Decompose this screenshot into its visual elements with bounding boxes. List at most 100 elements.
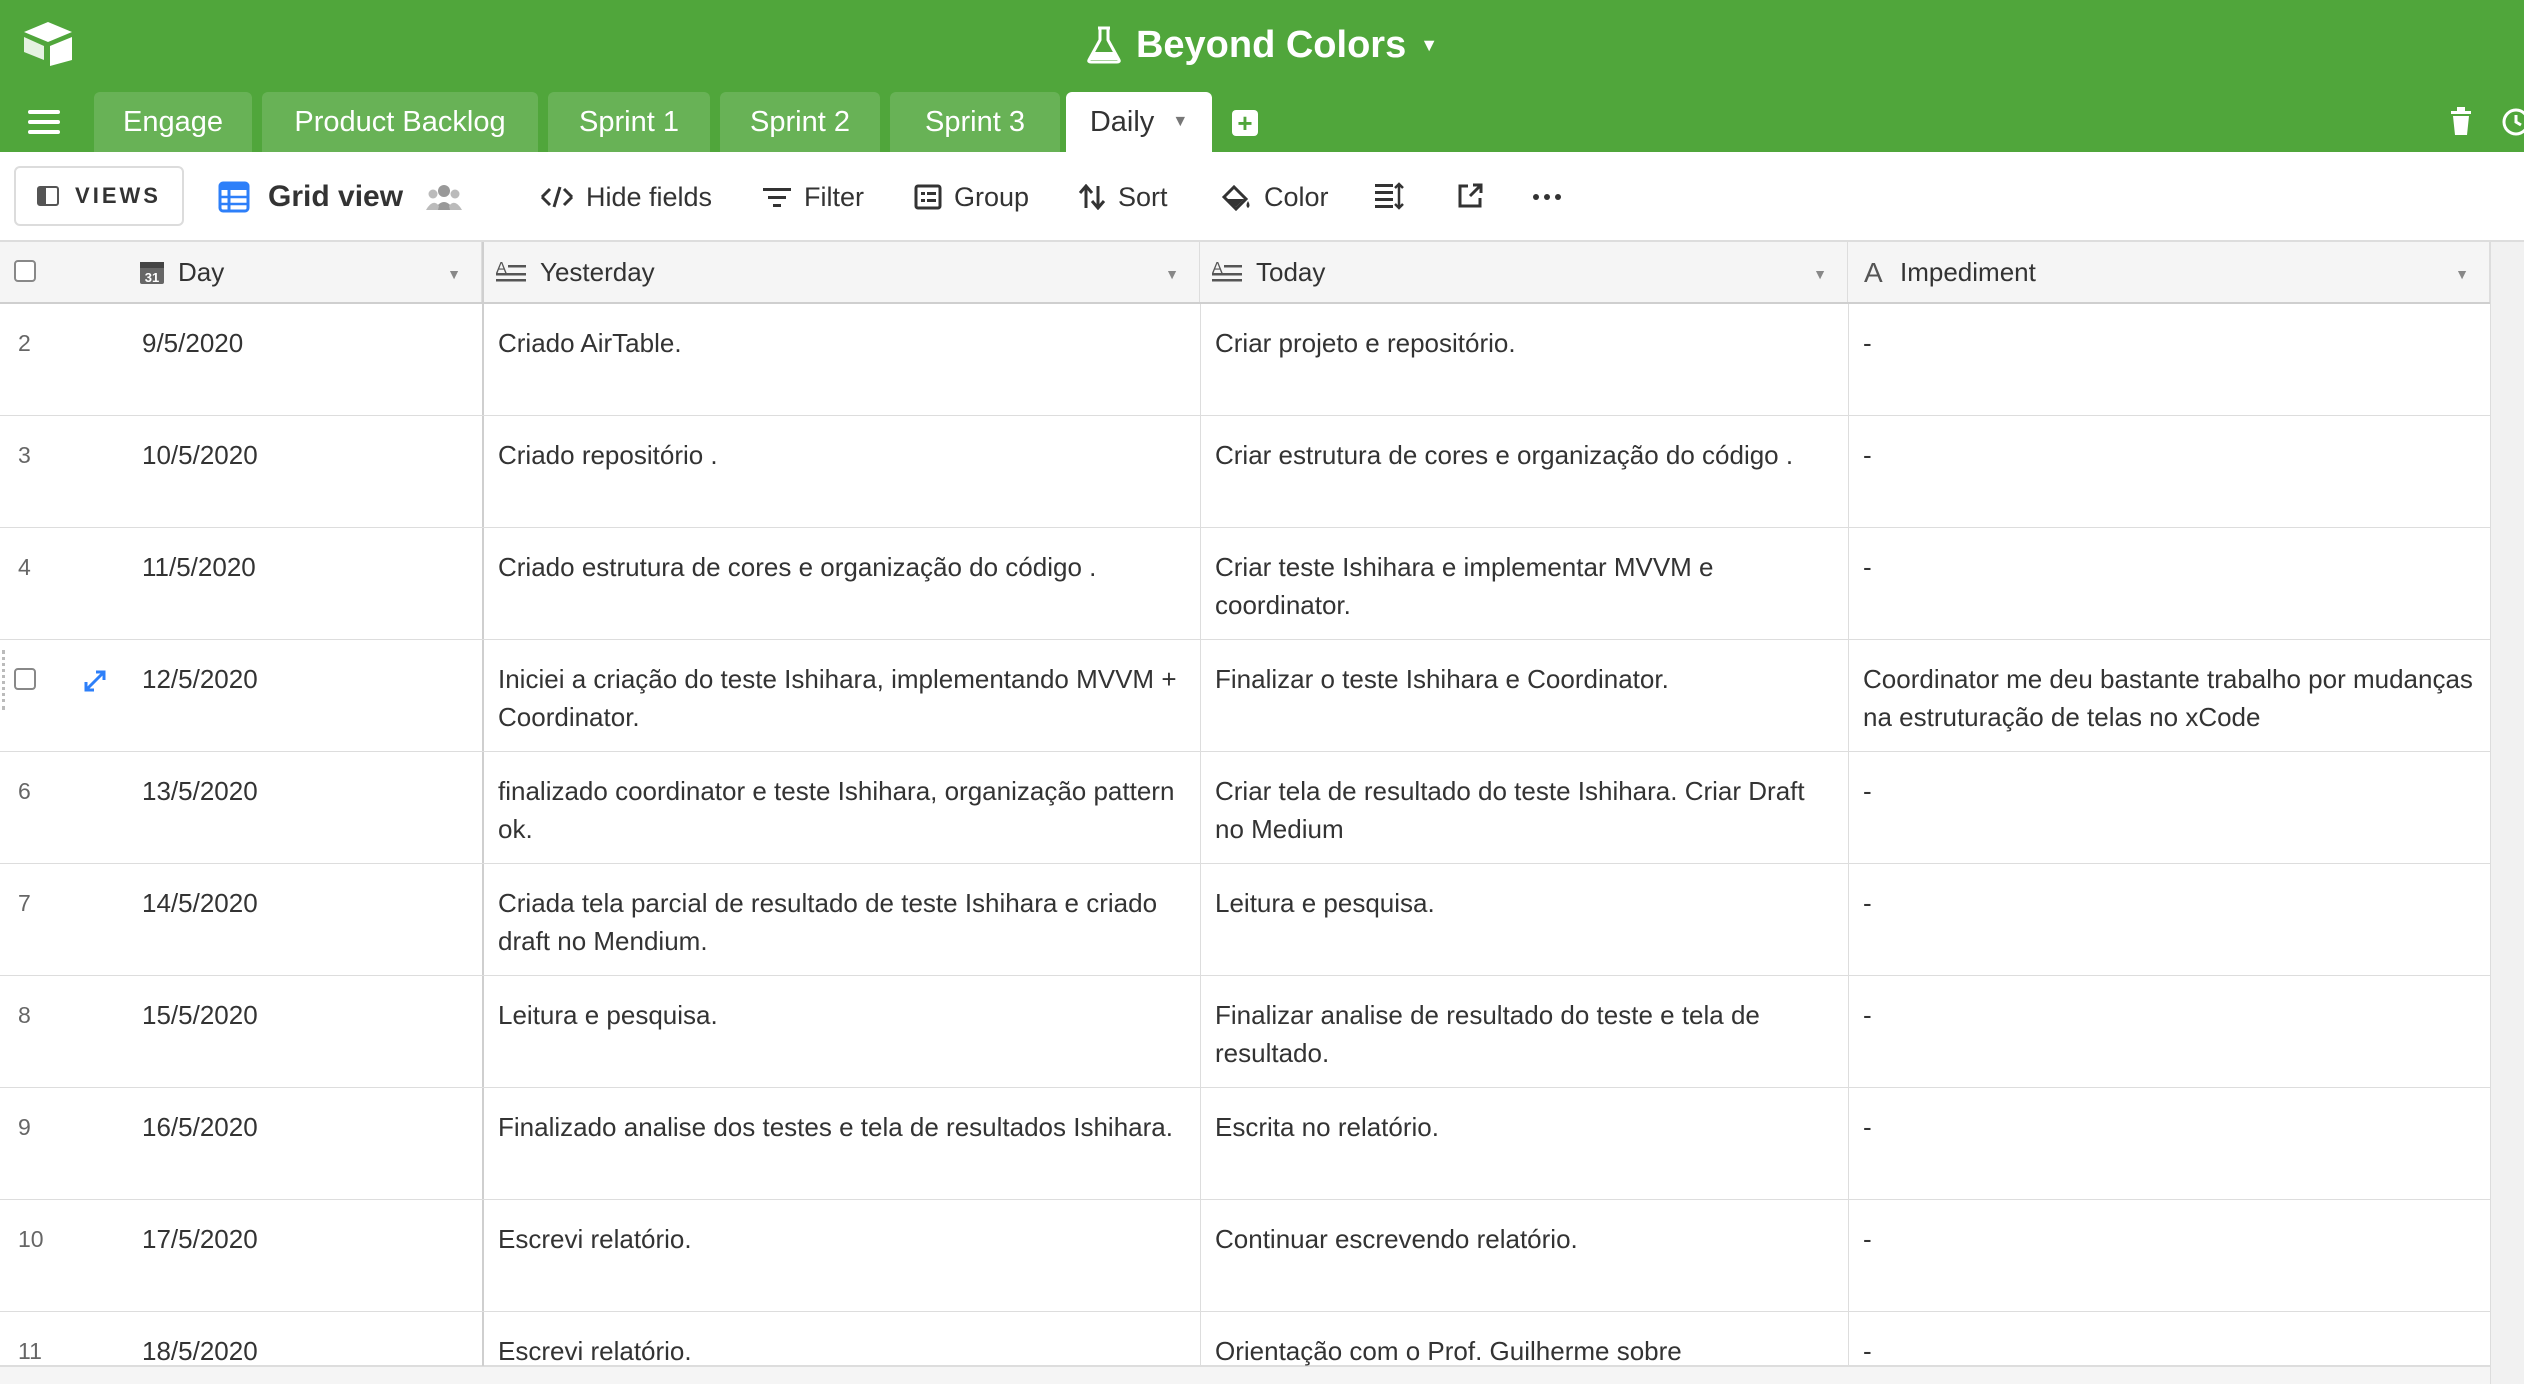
cell-today[interactable]: Escrita no relatório. xyxy=(1200,1088,1848,1199)
cell-today[interactable]: Criar teste Ishihara e implementar MVVM … xyxy=(1200,528,1848,639)
cell-yesterday[interactable]: Leitura e pesquisa. xyxy=(482,976,1200,1087)
table-row[interactable]: 2 9/5/2020 Criado AirTable. Criar projet… xyxy=(0,304,2490,416)
cell-impediment[interactable]: - xyxy=(1848,1312,2490,1366)
tab-daily[interactable]: Daily ▼ xyxy=(1066,92,1212,152)
cell-today[interactable]: Criar estrutura de cores e organização d… xyxy=(1200,416,1848,527)
cell-impediment[interactable]: - xyxy=(1848,1088,2490,1199)
column-header-impediment[interactable]: A Impediment ▼ xyxy=(1848,242,2490,302)
cell-impediment[interactable]: Coordinator me deu bastante trabalho por… xyxy=(1848,640,2490,751)
row-number: 7 xyxy=(18,890,31,916)
cell-today[interactable]: Finalizar analise de resultado do teste … xyxy=(1200,976,1848,1087)
base-title[interactable]: Beyond Colors ▼ xyxy=(0,20,2524,70)
cell-day[interactable]: 9/5/2020 xyxy=(128,304,480,415)
grid-view-selector[interactable]: Grid view xyxy=(218,174,403,220)
long-text-icon: A xyxy=(496,260,526,282)
sort-icon xyxy=(1078,184,1106,210)
expand-record-icon[interactable] xyxy=(82,668,108,694)
cell-impediment[interactable]: - xyxy=(1848,416,2490,527)
drag-handle[interactable] xyxy=(2,650,6,710)
cell-day[interactable]: 16/5/2020 xyxy=(128,1088,480,1199)
cell-yesterday[interactable]: Escrevi relatório. xyxy=(482,1200,1200,1311)
cell-today[interactable]: Criar projeto e repositório. xyxy=(1200,304,1848,415)
select-all-checkbox[interactable] xyxy=(14,260,36,282)
cell-today[interactable]: Continuar escrevendo relatório. xyxy=(1200,1200,1848,1311)
views-button[interactable]: VIEWS xyxy=(14,166,184,226)
collaborators-icon[interactable] xyxy=(426,182,462,212)
cell-day[interactable]: 10/5/2020 xyxy=(128,416,480,527)
column-header-yesterday[interactable]: A Yesterday ▼ xyxy=(482,242,1200,302)
row-height-icon[interactable] xyxy=(1374,182,1404,210)
cell-impediment[interactable]: - xyxy=(1848,304,2490,415)
history-icon[interactable] xyxy=(2500,106,2524,138)
tab-sprint-3[interactable]: Sprint 3 xyxy=(890,92,1060,152)
cell-impediment[interactable]: - xyxy=(1848,752,2490,863)
share-view-icon[interactable] xyxy=(1456,182,1484,210)
table-row-hovered[interactable]: 12/5/2020 Iniciei a criação do teste Ish… xyxy=(0,640,2490,752)
cell-today[interactable]: Criar tela de resultado do teste Ishihar… xyxy=(1200,752,1848,863)
cell-today[interactable]: Orientação com o Prof. Guilherme sobre xyxy=(1200,1312,1848,1366)
cell-impediment[interactable]: - xyxy=(1848,1200,2490,1311)
cell-day[interactable]: 11/5/2020 xyxy=(128,528,480,639)
chevron-down-icon[interactable]: ▼ xyxy=(1813,266,1827,282)
cell-impediment[interactable]: - xyxy=(1848,976,2490,1087)
trash-icon[interactable] xyxy=(2450,106,2472,136)
base-title-text: Beyond Colors xyxy=(1135,23,1407,66)
cell-impediment[interactable]: - xyxy=(1848,864,2490,975)
tab-sprint-2[interactable]: Sprint 2 xyxy=(720,92,880,152)
column-header-today[interactable]: A Today ▼ xyxy=(1200,242,1848,302)
more-options-icon[interactable] xyxy=(1532,192,1562,202)
chevron-down-icon[interactable]: ▼ xyxy=(1165,266,1179,282)
cell-yesterday[interactable]: Criado AirTable. xyxy=(482,304,1200,415)
table-row[interactable]: 6 13/5/2020 finalizado coordinator e tes… xyxy=(0,752,2490,864)
top-bar: Beyond Colors ▼ Engage Product Backlog S… xyxy=(0,0,2524,152)
color-button[interactable]: Color xyxy=(1220,174,1329,220)
cell-impediment[interactable]: - xyxy=(1848,528,2490,639)
svg-text:31: 31 xyxy=(145,270,159,285)
cell-yesterday[interactable]: Finalizado analise dos testes e tela de … xyxy=(482,1088,1200,1199)
cell-day[interactable]: 14/5/2020 xyxy=(128,864,480,975)
cell-day[interactable]: 13/5/2020 xyxy=(128,752,480,863)
row-checkbox[interactable] xyxy=(14,668,36,690)
filter-button[interactable]: Filter xyxy=(762,174,864,220)
hamburger-menu-icon[interactable] xyxy=(28,110,60,134)
table-row[interactable]: 8 15/5/2020 Leitura e pesquisa. Finaliza… xyxy=(0,976,2490,1088)
grid-view-icon xyxy=(218,181,250,213)
tab-sprint-1[interactable]: Sprint 1 xyxy=(548,92,710,152)
calendar-icon: 31 xyxy=(140,262,164,285)
column-header-day[interactable]: 31 Day ▼ xyxy=(128,242,482,302)
vertical-scrollbar[interactable] xyxy=(2490,242,2524,1384)
table-row[interactable]: 7 14/5/2020 Criada tela parcial de resul… xyxy=(0,864,2490,976)
cell-yesterday[interactable]: Criado repositório . xyxy=(482,416,1200,527)
table-tabs: Engage Product Backlog Sprint 1 Sprint 2… xyxy=(0,92,2524,152)
hide-fields-button[interactable]: Hide fields xyxy=(540,174,712,220)
cell-day[interactable]: 15/5/2020 xyxy=(128,976,480,1087)
row-number: 6 xyxy=(18,778,31,804)
sort-button[interactable]: Sort xyxy=(1078,174,1168,220)
table-row[interactable]: 4 11/5/2020 Criado estrutura de cores e … xyxy=(0,528,2490,640)
single-line-text-icon: A xyxy=(1864,258,1883,286)
table-row[interactable]: 11 18/5/2020 Escrevi relatório. Orientaç… xyxy=(0,1312,2490,1366)
hide-fields-icon xyxy=(540,186,574,208)
tab-product-backlog[interactable]: Product Backlog xyxy=(262,92,538,152)
cell-yesterday[interactable]: Criada tela parcial de resultado de test… xyxy=(482,864,1200,975)
add-table-icon[interactable]: + xyxy=(1232,110,1258,136)
cell-yesterday[interactable]: Escrevi relatório. xyxy=(482,1312,1200,1366)
chevron-down-icon[interactable]: ▼ xyxy=(1172,113,1188,131)
chevron-down-icon[interactable]: ▼ xyxy=(447,266,461,282)
svg-text:A: A xyxy=(1864,258,1883,286)
cell-day[interactable]: 18/5/2020 xyxy=(128,1312,480,1366)
row-number: 4 xyxy=(18,554,31,580)
table-row[interactable]: 10 17/5/2020 Escrevi relatório. Continua… xyxy=(0,1200,2490,1312)
table-row[interactable]: 3 10/5/2020 Criado repositório . Criar e… xyxy=(0,416,2490,528)
cell-yesterday[interactable]: Iniciei a criação do teste Ishihara, imp… xyxy=(482,640,1200,751)
cell-today[interactable]: Finalizar o teste Ishihara e Coordinator… xyxy=(1200,640,1848,751)
group-button[interactable]: Group xyxy=(914,174,1029,220)
cell-day[interactable]: 12/5/2020 xyxy=(128,640,480,751)
cell-yesterday[interactable]: finalizado coordinator e teste Ishihara,… xyxy=(482,752,1200,863)
chevron-down-icon[interactable]: ▼ xyxy=(2455,266,2469,282)
cell-day[interactable]: 17/5/2020 xyxy=(128,1200,480,1311)
cell-today[interactable]: Leitura e pesquisa. xyxy=(1200,864,1848,975)
tab-engage[interactable]: Engage xyxy=(94,92,252,152)
cell-yesterday[interactable]: Criado estrutura de cores e organização … xyxy=(482,528,1200,639)
table-row[interactable]: 9 16/5/2020 Finalizado analise dos teste… xyxy=(0,1088,2490,1200)
